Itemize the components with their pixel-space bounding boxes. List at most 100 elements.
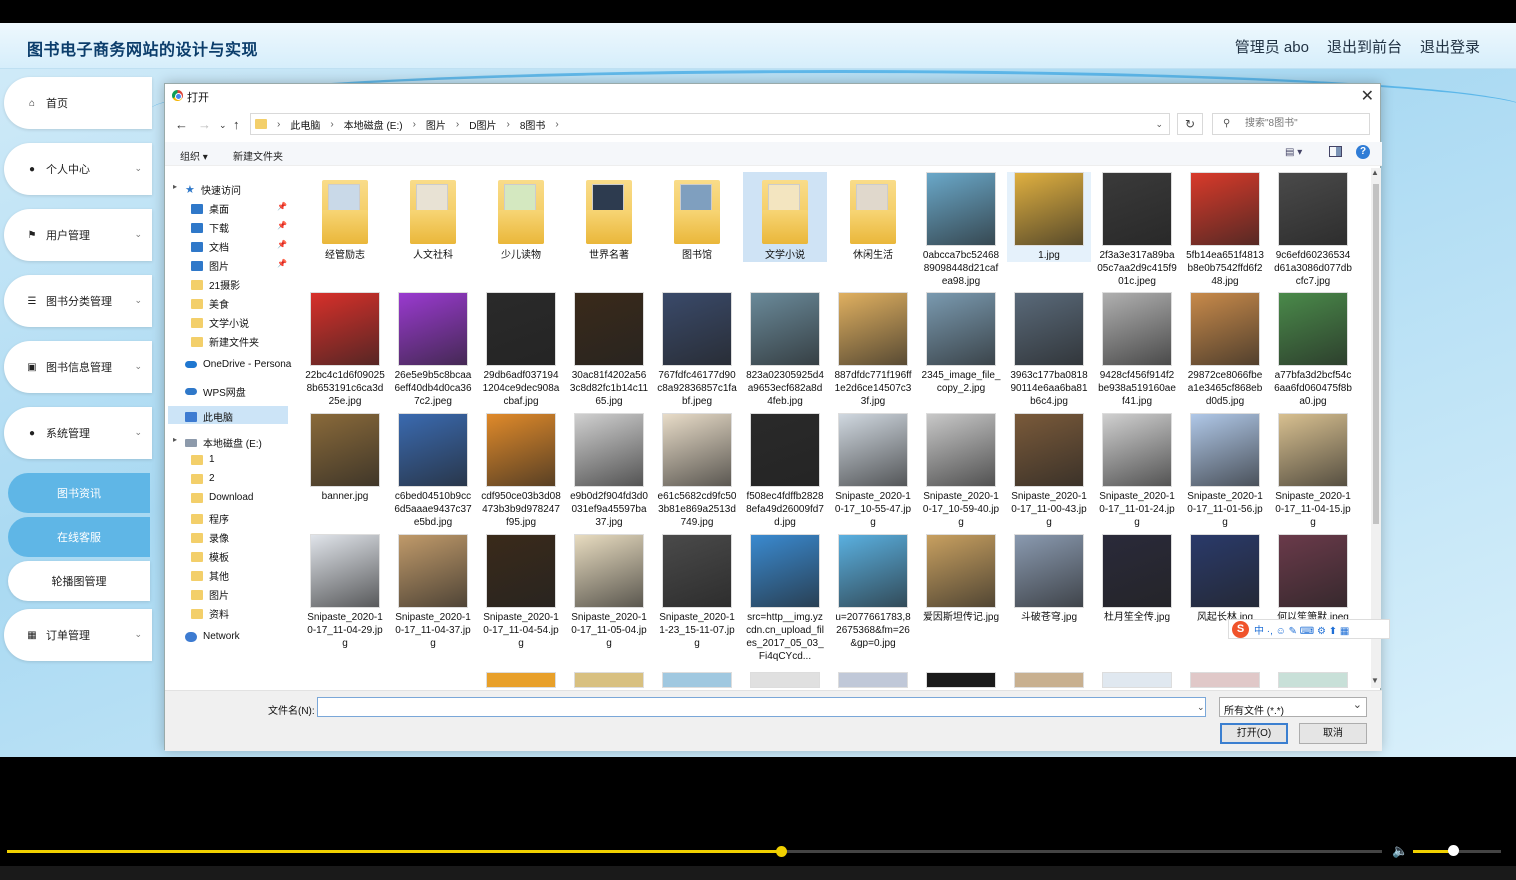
file-item[interactable]: f508ec4fdffb28288efa49d26009fd7d.jpg bbox=[743, 413, 827, 529]
breadcrumb-drive-e[interactable]: 本地磁盘 (E:) bbox=[344, 117, 403, 132]
logout-link[interactable]: 退出登录 bbox=[1420, 36, 1480, 57]
organize-button[interactable]: 组织 ▾ bbox=[180, 148, 208, 163]
breadcrumb-d-pictures[interactable]: D图片 bbox=[469, 117, 496, 132]
folder-item[interactable]: 休闲生活 bbox=[831, 172, 915, 262]
file-item[interactable]: Snipaste_2020-10-17_11-04-15.jpg bbox=[1271, 413, 1355, 529]
nav-drive-folder-5[interactable]: 模板 bbox=[191, 549, 229, 564]
nav-drive-folder-1[interactable]: 2 bbox=[191, 473, 215, 484]
nav-drive-e[interactable]: 本地磁盘 (E:) bbox=[185, 435, 262, 450]
nav-drive-folder-8[interactable]: 资料 bbox=[191, 606, 229, 621]
sidebar-item-orders[interactable]: ▦ 订单管理 ⌄ bbox=[4, 609, 152, 661]
nav-quick-access[interactable]: ★ 快速访问 bbox=[185, 182, 241, 197]
folder-item[interactable]: 世界名著 bbox=[567, 172, 651, 262]
nav-network[interactable]: Network bbox=[185, 631, 240, 642]
file-item[interactable]: 26e5e9b5c8bcaa6eff40db4d0ca367c2.jpeg bbox=[391, 292, 475, 408]
file-item[interactable] bbox=[662, 672, 732, 688]
volume-handle[interactable] bbox=[1447, 845, 1459, 856]
pin-icon[interactable]: 📌 bbox=[277, 221, 287, 230]
sidebar-item-1[interactable]: ● 个人中心 ⌄ bbox=[4, 143, 152, 195]
forward-arrow-icon[interactable]: → bbox=[198, 117, 211, 132]
nav-onedrive[interactable]: OneDrive - Persona bbox=[185, 359, 291, 370]
nav-drive-folder-3[interactable]: 程序 bbox=[191, 511, 229, 526]
nav-wps[interactable]: WPS网盘 bbox=[185, 384, 246, 399]
file-item[interactable]: 1.jpg bbox=[1007, 172, 1091, 262]
nav-drive-folder-4[interactable]: 录像 bbox=[191, 530, 229, 545]
expand-chevron-icon[interactable]: ▸ bbox=[173, 435, 177, 444]
nav-pinned-3[interactable]: 图片 bbox=[191, 258, 229, 273]
file-item[interactable]: c6bed04510b9cc6d5aaae9437c37e5bd.jpg bbox=[391, 413, 475, 529]
scroll-down-icon[interactable]: ▼ bbox=[1371, 676, 1379, 685]
address-dropdown-icon[interactable]: ⌄ bbox=[1155, 119, 1163, 130]
filetype-select[interactable]: 所有文件 (*.*) bbox=[1219, 697, 1367, 717]
filename-dropdown-icon[interactable]: ⌄ bbox=[1197, 702, 1205, 713]
file-item[interactable]: cdf950ce03b3d08473b3b9d978247f95.jpg bbox=[479, 413, 563, 529]
file-item[interactable]: 22bc4c1d6f090258b653191c6ca3d25e.jpg bbox=[303, 292, 387, 408]
folder-item[interactable]: 人文社科 bbox=[391, 172, 475, 262]
file-item[interactable]: 823a02305925d4a9653ecf682a8d4feb.jpg bbox=[743, 292, 827, 408]
volume-icon[interactable]: 🔈 bbox=[1392, 843, 1408, 859]
nav-pinned-0[interactable]: 桌面 bbox=[191, 201, 229, 216]
file-item[interactable]: e9b0d2f904fd3d0031ef9a45597ba37.jpg bbox=[567, 413, 651, 529]
file-item[interactable]: 杜月笙全传.jpg bbox=[1095, 534, 1179, 624]
file-item[interactable]: 887dfdc771f196ff1e2d6ce14507c33f.jpg bbox=[831, 292, 915, 408]
nav-drive-folder-7[interactable]: 图片 bbox=[191, 587, 229, 602]
sidebar-item-4[interactable]: ▣ 图书信息管理 ⌄ bbox=[4, 341, 152, 393]
exit-to-frontend-link[interactable]: 退出到前台 bbox=[1327, 36, 1402, 57]
scrollbar-thumb[interactable] bbox=[1373, 184, 1379, 524]
nav-folder-0[interactable]: 21摄影 bbox=[191, 277, 240, 292]
admin-user-link[interactable]: 管理员 abo bbox=[1235, 36, 1309, 57]
pin-icon[interactable]: 📌 bbox=[277, 259, 287, 268]
scroll-up-icon[interactable]: ▲ bbox=[1371, 168, 1379, 177]
new-folder-button[interactable]: 新建文件夹 bbox=[233, 148, 283, 163]
view-options-icon[interactable]: ▤ ▾ bbox=[1285, 147, 1302, 158]
nav-folder-1[interactable]: 美食 bbox=[191, 296, 229, 311]
cancel-button[interactable]: 取消 bbox=[1299, 723, 1367, 744]
file-item[interactable] bbox=[1190, 672, 1260, 688]
folder-item[interactable]: 文学小说 bbox=[743, 172, 827, 262]
filename-input[interactable] bbox=[317, 697, 1206, 717]
file-item[interactable]: Snipaste_2020-11-23_15-11-07.jpg bbox=[655, 534, 739, 650]
file-item[interactable]: 何以笙箫默.jpeg bbox=[1271, 534, 1355, 624]
open-button[interactable]: 打开(O) bbox=[1220, 723, 1288, 744]
file-item[interactable] bbox=[838, 672, 908, 688]
ime-toolbar[interactable]: S 中 ·, ☺ ✎ ⌨ ⚙ ⬆ ▦ bbox=[1228, 619, 1390, 639]
file-item[interactable] bbox=[926, 672, 996, 688]
folder-item[interactable]: 经管励志 bbox=[303, 172, 387, 262]
file-item[interactable]: u=2077661783,82675368&fm=26&gp=0.jpg bbox=[831, 534, 915, 650]
file-item[interactable]: Snipaste_2020-10-17_11-05-04.jpg bbox=[567, 534, 651, 650]
file-item[interactable]: 3963c177ba081890114e6aa6ba81b6c4.jpg bbox=[1007, 292, 1091, 408]
file-item[interactable] bbox=[1102, 672, 1172, 688]
up-arrow-icon[interactable]: ↑ bbox=[233, 117, 240, 132]
file-item[interactable]: 29872ce8066fbea1e3465cf868ebd0d5.jpg bbox=[1183, 292, 1267, 408]
file-item[interactable] bbox=[750, 672, 820, 688]
file-item[interactable]: 2f3a3e317a89ba05c7aa2d9c415f901c.jpeg bbox=[1095, 172, 1179, 288]
pin-icon[interactable]: 📌 bbox=[277, 202, 287, 211]
file-item[interactable]: 29db6adf0371941204ce9dec908acbaf.jpg bbox=[479, 292, 563, 408]
nav-drive-folder-0[interactable]: 1 bbox=[191, 454, 215, 465]
file-item[interactable] bbox=[1014, 672, 1084, 688]
nav-drive-folder-6[interactable]: 其他 bbox=[191, 568, 229, 583]
seek-handle[interactable] bbox=[776, 846, 788, 857]
file-item[interactable]: 斗破苍穹.jpg bbox=[1007, 534, 1091, 624]
help-icon[interactable]: ? bbox=[1356, 145, 1370, 159]
file-item[interactable]: 5fb14ea651f4813b8e0b7542ffd6f248.jpg bbox=[1183, 172, 1267, 288]
file-item[interactable]: 9c6efd60236534d61a3086d077dbcfc7.jpg bbox=[1271, 172, 1355, 288]
file-item[interactable]: Snipaste_2020-10-17_11-04-54.jpg bbox=[479, 534, 563, 650]
breadcrumb-books[interactable]: 8图书 bbox=[520, 117, 546, 132]
file-item[interactable] bbox=[1278, 672, 1348, 688]
file-item[interactable]: Snipaste_2020-10-17_11-04-29.jpg bbox=[303, 534, 387, 650]
sidebar-item-0[interactable]: ⌂ 首页 bbox=[4, 77, 152, 129]
file-item[interactable]: Snipaste_2020-10-17_10-55-47.jpg bbox=[831, 413, 915, 529]
address-bar[interactable]: › 此电脑 › 本地磁盘 (E:) › 图片 › D图片 › 8图书 › ⌄ bbox=[250, 113, 1170, 135]
file-item[interactable]: 30ac81f4202a563c8d82fc1b14c1165.jpg bbox=[567, 292, 651, 408]
file-item[interactable]: Snipaste_2020-10-17_11-01-24.jpg bbox=[1095, 413, 1179, 529]
ime-toolbar-icons[interactable]: 中 ·, ☺ ✎ ⌨ ⚙ ⬆ ▦ bbox=[1254, 622, 1349, 637]
sidebar-subitem-1[interactable]: 在线客服 bbox=[8, 517, 150, 557]
back-arrow-icon[interactable]: ← bbox=[175, 117, 188, 132]
file-item[interactable] bbox=[486, 672, 556, 688]
file-item[interactable]: e61c5682cd9fc503b81e869a2513d749.jpg bbox=[655, 413, 739, 529]
recent-chevron-icon[interactable]: ⌄ bbox=[219, 120, 227, 131]
file-item[interactable]: Snipaste_2020-10-17_11-01-56.jpg bbox=[1183, 413, 1267, 529]
pin-icon[interactable]: 📌 bbox=[277, 240, 287, 249]
folder-item[interactable]: 图书馆 bbox=[655, 172, 739, 262]
